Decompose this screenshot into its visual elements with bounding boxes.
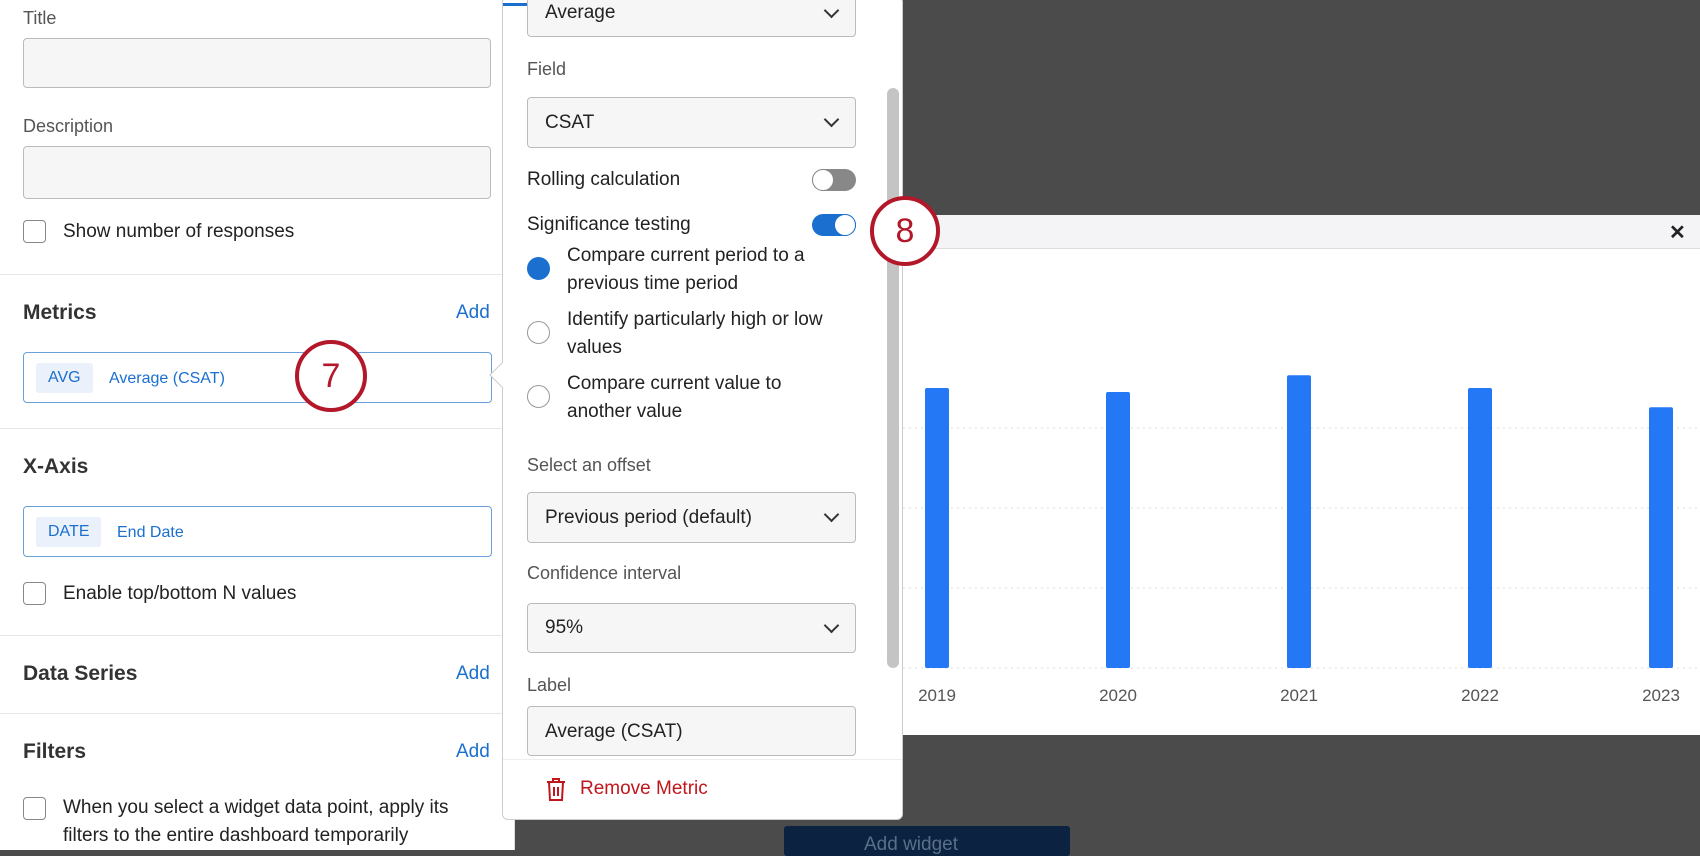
title-label: Title — [23, 8, 57, 28]
x-tick-label: 2020 — [1099, 686, 1137, 705]
field-value: CSAT — [545, 111, 595, 133]
divider — [0, 713, 515, 714]
remove-metric-button[interactable]: Remove Metric — [580, 778, 708, 800]
divider — [0, 274, 515, 275]
add-widget-button[interactable]: Add widget — [784, 826, 1070, 856]
divider — [0, 635, 515, 636]
label-value: Average (CSAT) — [545, 721, 683, 742]
add-data-series-link[interactable]: Add — [456, 663, 490, 685]
apply-filters-label-2: filters to the entire dashboard temporar… — [63, 825, 409, 846]
annotation-7: 7 — [295, 340, 367, 412]
label-input[interactable]: Average (CSAT) — [527, 706, 856, 756]
x-axis-item[interactable]: DATE End Date — [23, 506, 492, 557]
calculation-select[interactable]: Average — [527, 0, 856, 37]
x-tick-label: 2023 — [1642, 686, 1680, 705]
confidence-value: 95% — [545, 617, 584, 638]
add-metric-link[interactable]: Add — [456, 302, 490, 324]
field-label: Field — [527, 59, 567, 79]
x-axis-type-tag: DATE — [36, 517, 102, 547]
popover-footer: Remove Metric — [503, 759, 902, 819]
show-responses-label: Show number of responses — [63, 221, 295, 242]
bar-2023[interactable] — [1649, 407, 1673, 668]
radio-compare-value[interactable] — [527, 385, 550, 408]
trash-icon — [547, 778, 565, 801]
apply-filters-checkbox[interactable] — [23, 797, 46, 820]
add-filter-link[interactable]: Add — [456, 741, 490, 763]
title-input[interactable] — [23, 38, 491, 88]
x-axis-heading: X-Axis — [23, 455, 89, 478]
description-label: Description — [23, 116, 114, 136]
calculation-value: Average — [545, 2, 616, 23]
offset-select[interactable]: Previous period (default) — [527, 492, 856, 543]
x-tick-label: 2022 — [1461, 686, 1499, 705]
metric-item[interactable]: AVG Average (CSAT) — [23, 352, 492, 403]
rolling-toggle[interactable] — [812, 169, 856, 191]
field-select[interactable]: CSAT — [527, 97, 856, 148]
chevron-down-icon — [823, 2, 840, 18]
add-widget-label: Add widget — [864, 834, 959, 855]
x-tick-label: 2021 — [1280, 686, 1318, 705]
option-high-low: Identify particularly high or low values — [567, 309, 823, 358]
scrollbar[interactable] — [887, 88, 899, 668]
radio-high-low[interactable] — [527, 321, 550, 344]
bar-chart: 2019 2020 2021 2022 2023 — [903, 375, 1700, 705]
top-n-checkbox[interactable] — [23, 582, 46, 605]
option-compare-period: Compare current period to a previous time… — [567, 245, 805, 294]
x-tick-label: 2019 — [918, 686, 956, 705]
rolling-label: Rolling calculation — [527, 169, 681, 190]
chevron-down-icon — [823, 506, 840, 523]
chevron-down-icon — [823, 111, 840, 128]
chevron-down-icon — [823, 617, 840, 633]
metric-settings-popover: Average Field CSAT Rolling calculation S… — [502, 0, 903, 820]
show-responses-checkbox[interactable] — [23, 220, 46, 243]
bar-2020[interactable] — [1106, 392, 1130, 668]
offset-label: Select an offset — [527, 455, 651, 475]
significance-toggle[interactable] — [812, 214, 856, 236]
confidence-select[interactable]: 95% — [527, 603, 856, 653]
metric-name: Average (CSAT) — [109, 370, 225, 387]
x-axis-field: End Date — [117, 524, 184, 541]
significance-label: Significance testing — [527, 214, 691, 235]
widget-settings-panel: Title Description Show number of respons… — [0, 0, 515, 850]
data-series-heading: Data Series — [23, 662, 138, 685]
radio-compare-period[interactable] — [527, 257, 550, 280]
confidence-label: Confidence interval — [527, 563, 682, 583]
option-compare-value: Compare current value to another value — [567, 373, 782, 422]
top-n-label: Enable top/bottom N values — [63, 583, 297, 604]
metrics-heading: Metrics — [23, 301, 97, 324]
bar-2019[interactable] — [925, 388, 949, 668]
offset-value: Previous period (default) — [545, 506, 752, 528]
chart-widget: ✕ 2019 2020 2021 2022 2023 — [903, 215, 1700, 735]
description-textarea[interactable] — [23, 146, 491, 199]
apply-filters-label-1: When you select a widget data point, app… — [63, 797, 449, 818]
divider — [0, 428, 515, 429]
bar-2022[interactable] — [1468, 388, 1492, 668]
label-label: Label — [527, 675, 572, 695]
annotation-8: 8 — [870, 196, 940, 266]
bar-2021[interactable] — [1287, 375, 1311, 668]
filters-heading: Filters — [23, 740, 87, 763]
metric-type-tag: AVG — [36, 363, 93, 393]
